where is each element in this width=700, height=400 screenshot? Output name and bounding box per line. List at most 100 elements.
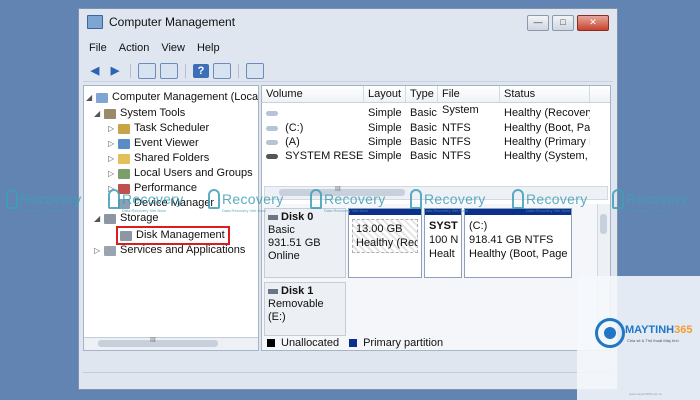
disk0-label[interactable]: Disk 0 Basic 931.51 GB Online	[264, 208, 346, 278]
volume-list-header: Volume Layout Type File System Status	[262, 86, 610, 116]
tree-item-root[interactable]: ◢ Computer Management (Local	[86, 90, 259, 105]
partition-recovery[interactable]: 13.00 GBHealthy (Reco	[348, 208, 422, 278]
menu-bar: File Action View Help	[79, 39, 617, 57]
toolbar: ◀ ▶ ?	[83, 61, 613, 82]
watermark: Recovery Data Recovery Viet Nam	[512, 186, 588, 213]
tree-item-local-users[interactable]: ▷ Local Users and Groups	[108, 166, 253, 181]
cell-status: Healthy (System, Ac	[504, 150, 590, 162]
table-row[interactable]: SYSTEM RESERVED Simple Basic NTFS Health…	[262, 149, 610, 163]
cell-type: Basic	[410, 107, 437, 119]
cell-layout: Simple	[368, 150, 402, 162]
tree-label: Computer Management (Local	[112, 91, 259, 103]
cell-file-system	[438, 106, 500, 120]
services-icon	[104, 245, 116, 256]
unallocated-swatch	[267, 339, 275, 347]
disk-management-pane: Volume Layout Type File System Status Si…	[261, 85, 611, 351]
tree-label: System Tools	[120, 107, 186, 119]
column-type[interactable]: Type	[406, 86, 438, 102]
tree-label: Task Scheduler	[134, 122, 210, 134]
tree-item-storage[interactable]: ◢ Storage	[94, 211, 159, 226]
show-hide-tree-icon[interactable]	[160, 63, 178, 79]
menu-action[interactable]: Action	[119, 39, 150, 57]
disk-icon	[268, 288, 278, 294]
watermark: Recovery Data Recovery Viet Nam	[108, 186, 184, 213]
tree-item-task-scheduler[interactable]: ▷ Task Scheduler	[108, 121, 209, 136]
partition-system-reserved[interactable]: SYST 100 N Healt	[424, 208, 462, 278]
close-button[interactable]: ✕	[577, 15, 609, 31]
partition-c-drive[interactable]: (C:) 918.41 GB NTFS Healthy (Boot, Page Fi	[464, 208, 572, 278]
cell-layout: Simple	[368, 122, 402, 134]
disk0-status: Online	[268, 250, 300, 262]
disk0-name: Disk 0	[281, 211, 314, 223]
minimize-button[interactable]: —	[527, 15, 549, 31]
tree-item-system-tools[interactable]: ◢ System Tools	[94, 106, 185, 121]
brand-name: MAYTINH365	[625, 324, 693, 336]
computer-management-icon	[87, 15, 103, 29]
status-bar	[83, 372, 613, 387]
column-layout[interactable]: Layout	[364, 86, 406, 102]
tree-label: Event Viewer	[134, 137, 199, 149]
primary-swatch	[349, 339, 358, 347]
computer-icon	[96, 92, 108, 103]
menu-view[interactable]: View	[161, 39, 185, 57]
legend-unallocated: Unallocated	[281, 337, 340, 349]
tree-label: Services and Applications	[120, 244, 246, 256]
disk-graphical-view: Disk 0 Basic 931.51 GB Online 13.00 GB He…	[262, 204, 610, 350]
disk0-size: 931.51 GB	[268, 237, 321, 249]
column-status[interactable]: Status	[500, 86, 590, 102]
action-icon[interactable]	[246, 63, 264, 79]
up-folder-icon[interactable]	[138, 63, 156, 79]
help-icon[interactable]: ?	[193, 64, 209, 78]
tree-horizontal-scrollbar[interactable]	[84, 337, 258, 350]
disk-icon	[268, 214, 278, 220]
cell-layout: Simple	[368, 136, 402, 148]
maytinh365-logo: MAYTINH365 Chia sẻ & Thủ thuật Máy tính …	[577, 276, 700, 400]
cell-type: Basic	[410, 136, 437, 148]
cell-status: Healthy (Boot, Page	[504, 122, 590, 134]
disk0-type: Basic	[268, 224, 295, 236]
cell-volume: (A)	[262, 135, 364, 149]
cell-type: Basic	[410, 150, 437, 162]
disk1-desc: Removable (E:)	[268, 298, 324, 323]
tools-icon	[104, 108, 116, 119]
tree-label: Local Users and Groups	[134, 167, 253, 179]
cell-file-system: NTFS	[442, 136, 471, 148]
shared-folder-icon	[118, 153, 130, 164]
disk1-label[interactable]: Disk 1 Removable (E:)	[264, 282, 346, 336]
navigation-tree: ◢ Computer Management (Local ◢ System To…	[83, 85, 259, 351]
properties-icon[interactable]	[213, 63, 231, 79]
tree-item-event-viewer[interactable]: ▷ Event Viewer	[108, 136, 199, 151]
legend-primary: Primary partition	[363, 337, 444, 349]
legend: Unallocated Primary partition	[267, 335, 609, 351]
menu-file[interactable]: File	[89, 39, 107, 57]
logo-icon	[595, 318, 625, 348]
cell-layout: Simple	[368, 107, 402, 119]
column-file-system[interactable]: File System	[438, 86, 500, 116]
menu-help[interactable]: Help	[197, 39, 220, 57]
forward-arrow-icon[interactable]: ▶	[107, 64, 123, 78]
task-scheduler-icon	[118, 123, 130, 134]
watermark: Recovery Data Recovery Viet Nam	[208, 186, 284, 213]
watermark: Recovery Data Recovery Viet Nam	[6, 186, 82, 213]
cell-status: Healthy (Recovery P	[504, 107, 590, 119]
table-row[interactable]: (C:) Simple Basic NTFS Healthy (Boot, Pa…	[262, 121, 610, 135]
tree-label: Storage	[120, 212, 159, 224]
cell-type: Basic	[410, 122, 437, 134]
table-row[interactable]: (A) Simple Basic NTFS Healthy (Primary P…	[262, 135, 610, 149]
tree-item-services[interactable]: ▷ Services and Applications	[94, 243, 245, 258]
watermark: Recovery Data Recovery Viet Nam	[612, 186, 688, 213]
disk-management-icon	[120, 230, 132, 241]
column-volume[interactable]: Volume	[262, 86, 364, 102]
event-viewer-icon	[118, 138, 130, 149]
tree-label: Shared Folders	[134, 152, 210, 164]
disk1-name: Disk 1	[281, 285, 314, 297]
table-row[interactable]: Simple Basic Healthy (Recovery P	[262, 106, 610, 120]
cell-status: Healthy (Primary Pa	[504, 136, 590, 148]
maximize-button[interactable]: □	[552, 15, 574, 31]
users-icon	[118, 168, 130, 179]
brand-tagline: Chia sẻ & Thủ thuật Máy tính	[627, 338, 679, 343]
back-arrow-icon[interactable]: ◀	[87, 64, 103, 78]
tree-item-shared-folders[interactable]: ▷ Shared Folders	[108, 151, 209, 166]
volume-drive-icon	[262, 106, 364, 120]
tree-label: Disk Management	[136, 229, 225, 241]
